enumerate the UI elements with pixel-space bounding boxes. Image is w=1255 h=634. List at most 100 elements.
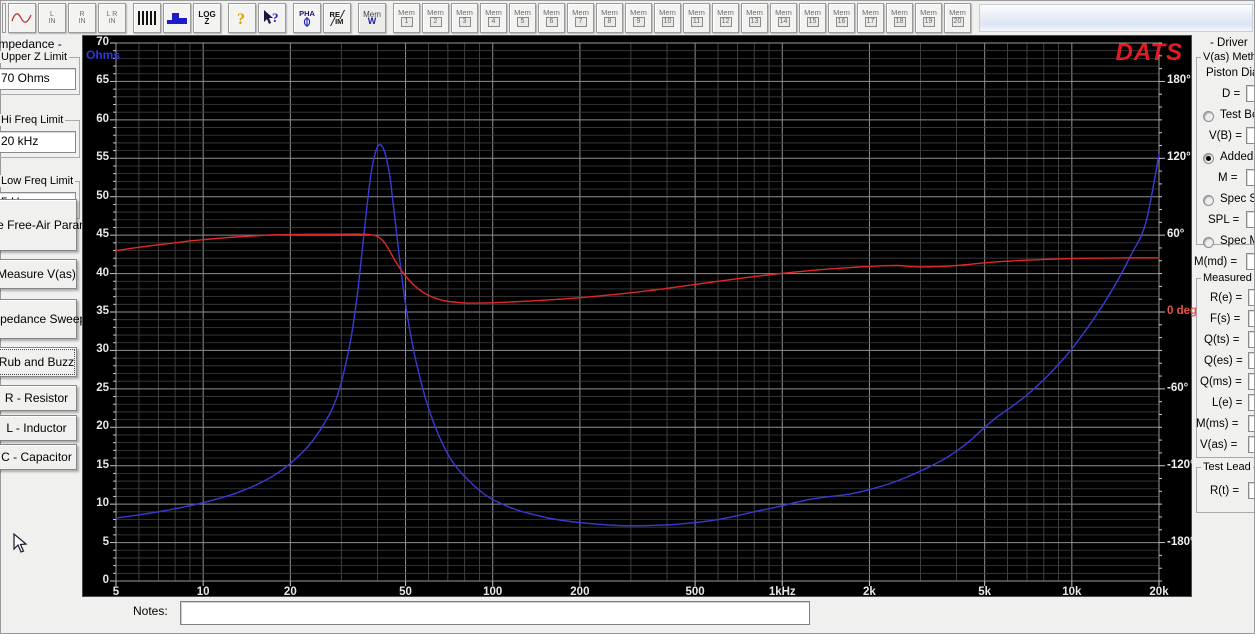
l-in-line1: L bbox=[50, 11, 54, 18]
radio-added-mass[interactable] bbox=[1203, 153, 1214, 164]
rub-and-buzz-button[interactable]: Rub and Buzz bbox=[0, 347, 77, 377]
help-icon[interactable]: ? bbox=[228, 3, 256, 33]
re-label: R(e) = bbox=[1210, 292, 1243, 304]
mem-num-10: 10 bbox=[661, 17, 674, 27]
l-in-button[interactable]: L IN bbox=[38, 3, 66, 33]
mem-slot-4[interactable]: Mem 4 bbox=[480, 3, 507, 33]
mem-num-8: 8 bbox=[603, 17, 616, 27]
qts-value bbox=[1248, 331, 1254, 348]
rt-input[interactable] bbox=[1248, 482, 1254, 499]
measure-vas-button[interactable]: Measure V(as) bbox=[0, 259, 77, 289]
mem-slot-10[interactable]: Mem 10 bbox=[654, 3, 681, 33]
mem-label-20: Mem bbox=[949, 8, 966, 17]
mem-slot-9[interactable]: Mem 9 bbox=[625, 3, 652, 33]
notes-input[interactable] bbox=[180, 601, 810, 625]
y2-tick--60deg: -60° bbox=[1167, 381, 1189, 394]
mem-num-11: 11 bbox=[690, 17, 703, 27]
mem-slot-16[interactable]: Mem 16 bbox=[828, 3, 855, 33]
left-panel: Impedance - Upper Z Limit 70 Ohms Hi Fre… bbox=[0, 35, 116, 597]
piston-dia-label: Piston Dia bbox=[1206, 67, 1254, 79]
x-tick-100: 100 bbox=[483, 586, 503, 598]
vas-label: V(as) = bbox=[1200, 439, 1238, 451]
l-in-line2: IN bbox=[48, 18, 56, 25]
radio-spec-spl[interactable] bbox=[1203, 195, 1214, 206]
mem-slot-2[interactable]: Mem 2 bbox=[422, 3, 449, 33]
mem-num-7: 7 bbox=[574, 17, 587, 27]
l-r-in-button[interactable]: L R IN bbox=[98, 3, 126, 33]
fs-value bbox=[1248, 310, 1254, 327]
mem-slot-3[interactable]: Mem 3 bbox=[451, 3, 478, 33]
mem-label-4: Mem bbox=[485, 8, 502, 17]
c-capacitor-button[interactable]: C - Capacitor bbox=[0, 444, 77, 470]
impedance-sweep-button[interactable]: Impedance Sweep bbox=[0, 299, 86, 339]
x-tick-10: 10 bbox=[196, 586, 210, 598]
phase-button[interactable]: PHA bbox=[293, 3, 321, 33]
radio-spec-spl-label: Spec SPL bbox=[1220, 193, 1254, 205]
mem-slot-13[interactable]: Mem 13 bbox=[741, 3, 768, 33]
mmd-input[interactable] bbox=[1246, 253, 1254, 270]
context-help-icon[interactable]: ? bbox=[258, 3, 286, 33]
plot-canvas bbox=[83, 36, 1191, 596]
mem-slot-18[interactable]: Mem 18 bbox=[886, 3, 913, 33]
mem-slot-11[interactable]: Mem 11 bbox=[683, 3, 710, 33]
mem-num-16: 16 bbox=[835, 17, 848, 27]
y-tick-60: 60 bbox=[96, 112, 109, 125]
bars-icon[interactable] bbox=[133, 3, 161, 33]
hi-freq-limit-input[interactable]: 20 kHz bbox=[0, 131, 76, 153]
mem-slot-1[interactable]: Mem 1 bbox=[393, 3, 420, 33]
impedance-section-title: Impedance - bbox=[0, 37, 62, 51]
log-z-button[interactable]: LOG Z bbox=[193, 3, 221, 33]
mem-slot-14[interactable]: Mem 14 bbox=[770, 3, 797, 33]
y-tick-10: 10 bbox=[96, 497, 109, 510]
qes-label: Q(es) = bbox=[1204, 355, 1243, 367]
upper-z-limit-input[interactable]: 70 Ohms bbox=[0, 68, 76, 90]
notes-label: Notes: bbox=[133, 604, 168, 618]
r-in-button[interactable]: R IN bbox=[68, 3, 96, 33]
vas-method-caption: V(as) Method bbox=[1201, 51, 1254, 63]
mem-slot-15[interactable]: Mem 15 bbox=[799, 3, 826, 33]
mem-num-18: 18 bbox=[893, 17, 906, 27]
spl-input[interactable] bbox=[1246, 211, 1254, 228]
measure-free-air-parameters-button[interactable]: Measure Free-Air Parameters bbox=[0, 199, 116, 251]
l-r-in-line1: L R bbox=[106, 11, 118, 18]
y2-tick-180deg: 180° bbox=[1167, 74, 1191, 87]
step-response-icon[interactable] bbox=[163, 3, 191, 33]
y-tick-25: 25 bbox=[96, 381, 109, 394]
mem-slot-6[interactable]: Mem 6 bbox=[538, 3, 565, 33]
dats-logo: DATS bbox=[1115, 39, 1183, 66]
measured-group: Measured bbox=[1196, 272, 1254, 458]
svg-text:?: ? bbox=[272, 10, 279, 25]
re-im-button[interactable]: RE╱ ╱IM bbox=[323, 3, 351, 33]
mmd-label: M(md) = bbox=[1194, 256, 1238, 268]
y-tick-30: 30 bbox=[96, 343, 109, 356]
mem-slot-17[interactable]: Mem 17 bbox=[857, 3, 884, 33]
mem-num-5: 5 bbox=[516, 17, 529, 27]
mem-slot-7[interactable]: Mem 7 bbox=[567, 3, 594, 33]
mem-num-4: 4 bbox=[487, 17, 500, 27]
mem-num-17: 17 bbox=[864, 17, 877, 27]
d-input[interactable] bbox=[1246, 85, 1254, 102]
qms-value bbox=[1248, 373, 1254, 390]
mem-slot-19[interactable]: Mem 19 bbox=[915, 3, 942, 33]
toolbar-empty-area bbox=[979, 4, 1253, 32]
impedance-plot[interactable]: Ohms DATS 0 5 10 15 20 25 30 35 40 45 50 55 60 65 70 5 1… bbox=[82, 35, 1197, 598]
mem-num-13: 13 bbox=[748, 17, 761, 27]
sine-sweep-icon[interactable] bbox=[8, 3, 36, 33]
l-inductor-button[interactable]: L - Inductor bbox=[0, 415, 77, 441]
vb-label: V(B) = bbox=[1209, 130, 1242, 142]
r-resistor-button[interactable]: R - Resistor bbox=[0, 385, 77, 411]
mem-write-button[interactable]: Mem W bbox=[358, 3, 386, 33]
vb-input[interactable] bbox=[1246, 127, 1254, 144]
l-r-in-line2: IN bbox=[108, 18, 116, 25]
mem-label-17: Mem bbox=[862, 8, 879, 17]
m-label: M = bbox=[1218, 172, 1238, 184]
mem-label-1: Mem bbox=[398, 8, 415, 17]
m-input[interactable] bbox=[1246, 169, 1254, 186]
mem-slot-12[interactable]: Mem 12 bbox=[712, 3, 739, 33]
mem-slot-20[interactable]: Mem 20 bbox=[944, 3, 971, 33]
radio-test-box[interactable] bbox=[1203, 111, 1214, 122]
mem-slot-8[interactable]: Mem 8 bbox=[596, 3, 623, 33]
y-tick-70: 70 bbox=[96, 36, 109, 48]
radio-spec-mmd[interactable] bbox=[1203, 237, 1214, 248]
mem-slot-5[interactable]: Mem 5 bbox=[509, 3, 536, 33]
